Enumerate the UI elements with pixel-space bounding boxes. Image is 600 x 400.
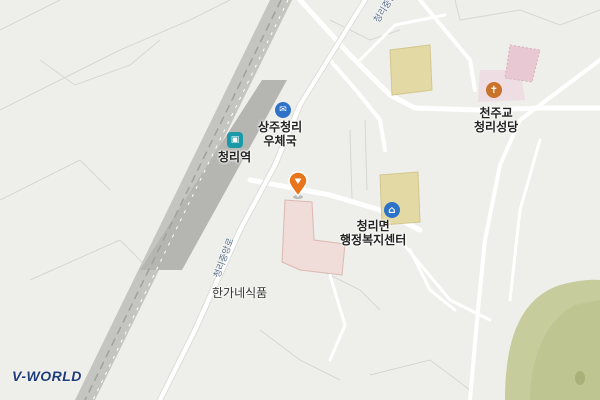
post-office-icon[interactable]: ✉ [275, 102, 291, 118]
label-food-shop[interactable]: 한가네식품 [212, 286, 267, 300]
label-post-office[interactable]: 상주청리 우체국 [258, 120, 302, 148]
label-church-line1: 천주교 [479, 106, 513, 120]
label-station[interactable]: 청리역 [218, 150, 251, 164]
label-church-line2: 청리성당 [474, 120, 519, 134]
label-office-line1: 청리면 [356, 219, 390, 233]
map-canvas[interactable] [0, 0, 600, 400]
label-office-line2: 행정복지센터 [340, 233, 407, 247]
label-post-office-line1: 상주청리 [258, 120, 303, 134]
vworld-logo: V-WORLD [12, 368, 82, 384]
building-north [389, 44, 433, 96]
label-post-office-line2: 우체국 [263, 134, 297, 148]
government-office-icon[interactable]: ⌂ [384, 202, 400, 218]
label-church[interactable]: 천주교 청리성당 [474, 106, 518, 134]
label-office[interactable]: 청리면 행정복지센터 [340, 219, 406, 247]
building-office [379, 171, 421, 226]
train-station-icon[interactable]: ▣ [227, 132, 243, 148]
church-icon[interactable]: ✝ [486, 82, 502, 98]
